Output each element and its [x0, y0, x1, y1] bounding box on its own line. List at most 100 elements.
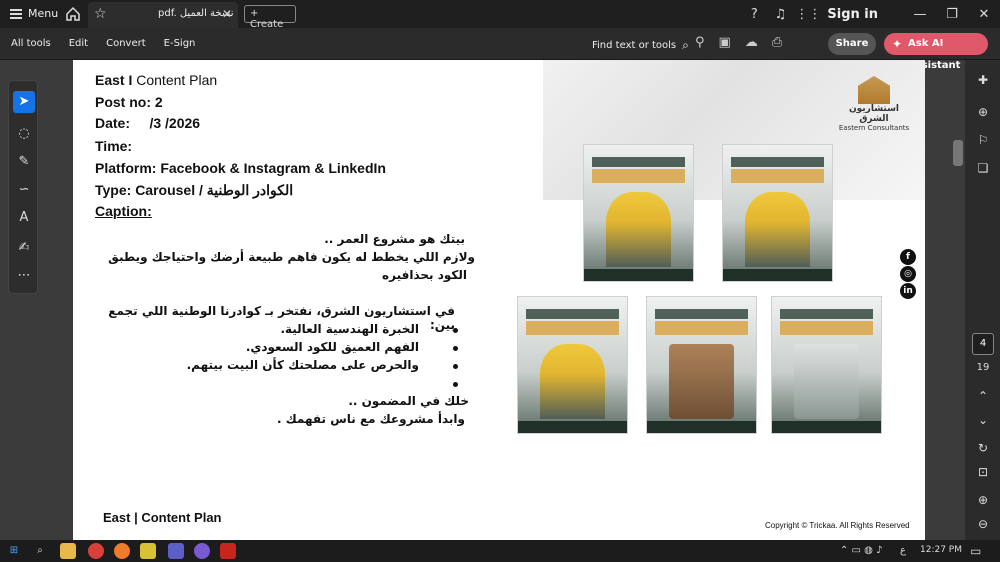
- firefox-icon[interactable]: [114, 543, 130, 559]
- main-toolbar: All tools Edit Convert E-Sign Find text …: [0, 28, 1000, 71]
- carousel-slide-image: [517, 296, 628, 434]
- footer-copyright: Copyright © Trickaa. All Rights Reserved: [765, 521, 910, 530]
- menu-edit[interactable]: Edit: [69, 38, 88, 49]
- highlight-pen-icon[interactable]: ✎: [13, 151, 35, 173]
- acrobat-icon[interactable]: [220, 543, 236, 559]
- system-tray-icons[interactable]: ⌃ ▭ ◍ ♪: [840, 545, 882, 556]
- pdf-page: East I Content Plan Post no: 2 Date: /3 …: [73, 60, 925, 540]
- bullet: [453, 346, 458, 351]
- upload-cloud-icon[interactable]: ☁: [745, 35, 758, 50]
- current-page-input[interactable]: 4: [972, 333, 994, 355]
- draw-freehand-icon[interactable]: ∽: [13, 179, 35, 201]
- find-tools[interactable]: Find text or tools ⌕: [592, 38, 689, 53]
- heading-bold: East I: [95, 72, 133, 88]
- help-icon[interactable]: ?: [743, 7, 765, 22]
- ai-tools-icon[interactable]: ⚲: [695, 35, 705, 50]
- sign-in-button[interactable]: Sign in: [827, 7, 878, 22]
- ask-ai-assistant-button[interactable]: ✦ Ask AI Assistant: [884, 33, 988, 71]
- page-heading: East I Content Plan: [95, 72, 217, 88]
- create-button[interactable]: + Create: [244, 5, 296, 30]
- save-icon[interactable]: ▣: [719, 35, 731, 50]
- notification-bell-icon[interactable]: ♫: [769, 7, 791, 22]
- carousel-slide-image: [583, 144, 694, 282]
- clock[interactable]: 12:27 PM: [920, 545, 962, 555]
- menu-esign[interactable]: E-Sign: [164, 38, 196, 49]
- share-panel-icon[interactable]: ⊕: [973, 102, 993, 122]
- copy-panel-icon[interactable]: ❏: [973, 158, 993, 178]
- app-icon[interactable]: [194, 543, 210, 559]
- facebook-icon: f: [900, 249, 916, 265]
- caption-line: بيتك هو مشروع العمر ..: [324, 232, 465, 246]
- apps-grid-icon[interactable]: ⋮⋮: [795, 7, 821, 22]
- page-down-icon[interactable]: ⌄: [973, 410, 993, 430]
- hamburger-icon: [10, 8, 22, 19]
- more-tools-icon[interactable]: ⋯: [13, 265, 35, 287]
- post-platform: Platform: Facebook & Instagram & LinkedI…: [95, 160, 386, 176]
- caption-line: والحرص على مصلحتك كأن البيت بيتهم.: [186, 358, 419, 372]
- caption-line: خلك في المضمون ..: [348, 394, 469, 408]
- post-number: Post no: 2: [95, 94, 163, 110]
- search-icon[interactable]: ⌕: [32, 543, 48, 559]
- close-window-icon[interactable]: ✕: [968, 7, 1000, 22]
- file-explorer-icon[interactable]: [60, 543, 76, 559]
- instagram-icon: ◎: [900, 266, 916, 282]
- add-comment-icon[interactable]: ◌: [13, 123, 35, 145]
- footer-left: East | Content Plan: [103, 510, 222, 525]
- post-date: Date: /3 /2026: [95, 115, 201, 131]
- caption-line: وابدأ مشروعك مع ناس تفهمك .: [277, 412, 465, 426]
- vertical-scrollbar[interactable]: [953, 140, 963, 166]
- menu-button[interactable]: Menu: [10, 7, 58, 20]
- logo-house-icon: [858, 76, 890, 104]
- sign-icon[interactable]: ✍: [13, 237, 35, 259]
- document-tab[interactable]: ☆ pdf. نسخة العميل ✕: [88, 2, 238, 28]
- app-icon[interactable]: [140, 543, 156, 559]
- linkedin-icon: in: [900, 283, 916, 299]
- post-time: Time:: [95, 138, 133, 154]
- home-icon[interactable]: [64, 5, 82, 23]
- left-tool-panel: ➤ ◌ ✎ ∽ A ✍ ⋯: [8, 80, 38, 294]
- right-panel: ✚ ⊕ ⚐ ❏ ⌃ ⌄ ↻ ⊡ ⊕ ⊖: [965, 60, 1000, 542]
- bullet: [453, 328, 458, 333]
- carousel-slide-image: [722, 144, 833, 282]
- close-tab-icon[interactable]: ✕: [222, 7, 232, 21]
- caption-line: ولازم اللي يخطط له يكون فاهم طبيعة أرضك …: [108, 250, 475, 264]
- chrome-icon[interactable]: [88, 543, 104, 559]
- bullet: [453, 364, 458, 369]
- logo-english: Eastern Consultants: [838, 124, 910, 132]
- input-language[interactable]: ع: [900, 545, 906, 556]
- select-cursor-icon[interactable]: ➤: [13, 91, 35, 113]
- menu-all-tools[interactable]: All tools: [11, 38, 51, 49]
- caption-label: Caption:: [95, 203, 152, 219]
- fit-page-icon[interactable]: ⊡: [973, 462, 993, 482]
- star-icon[interactable]: ☆: [94, 6, 107, 22]
- zoom-in-icon[interactable]: ⊕: [973, 490, 993, 510]
- company-logo: استشاريون الشرق Eastern Consultants: [837, 76, 911, 134]
- find-label: Find text or tools: [592, 40, 677, 51]
- restore-icon[interactable]: ❐: [936, 7, 968, 22]
- comment-panel-icon[interactable]: ✚: [973, 70, 993, 90]
- menu-label: Menu: [28, 7, 59, 20]
- text-box-icon[interactable]: A: [13, 207, 35, 229]
- total-pages: 19: [976, 362, 990, 373]
- teams-icon[interactable]: [168, 543, 184, 559]
- menu-convert[interactable]: Convert: [106, 38, 146, 49]
- caption-line: الخبرة الهندسية العالية.: [280, 322, 419, 336]
- rotate-icon[interactable]: ↻: [973, 438, 993, 458]
- print-icon[interactable]: ⎙: [772, 35, 782, 50]
- caption-line: الفهم العميق للكود السعودي.: [245, 340, 419, 354]
- logo-arabic: استشاريون الشرق: [848, 104, 900, 124]
- page-up-icon[interactable]: ⌃: [973, 386, 993, 406]
- notifications-icon[interactable]: ▭: [970, 544, 981, 558]
- share-button[interactable]: Share: [828, 33, 876, 55]
- bookmark-panel-icon[interactable]: ⚐: [973, 130, 993, 150]
- post-type: Type: Carousel / الكوادر الوطنية: [95, 182, 294, 198]
- zoom-out-icon[interactable]: ⊖: [973, 514, 993, 534]
- carousel-slide-image: [771, 296, 882, 434]
- ai-sparkle-icon: ✦: [892, 37, 903, 51]
- windows-start-icon[interactable]: ⊞: [6, 543, 22, 559]
- windows-taskbar: ⊞ ⌕ ⌃ ▭ ◍ ♪ ع 12:27 PM ▭: [0, 540, 1000, 562]
- search-icon: ⌕: [682, 38, 689, 52]
- carousel-slide-image: [646, 296, 757, 434]
- caption-line: الكود بحذافيره: [382, 268, 467, 282]
- minimize-icon[interactable]: —: [904, 7, 936, 22]
